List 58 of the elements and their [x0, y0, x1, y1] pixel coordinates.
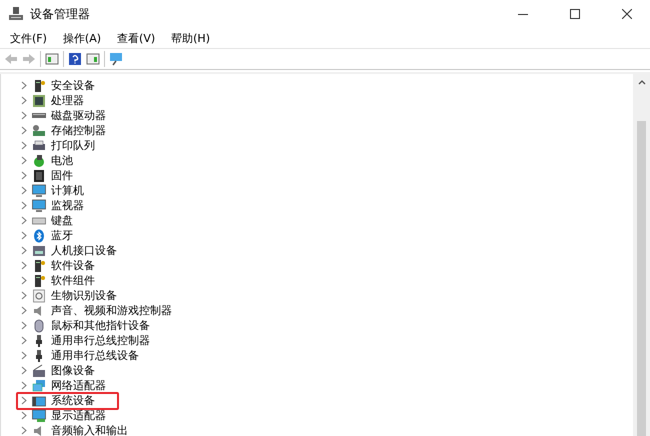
- drive-icon: [32, 113, 46, 118]
- tree-item[interactable]: 安全设备: [51, 78, 95, 93]
- close-icon[interactable]: [622, 9, 632, 19]
- maximize-icon[interactable]: [570, 9, 580, 19]
- tree-item[interactable]: 存储控制器: [51, 123, 106, 138]
- tree-item[interactable]: 软件组件: [51, 273, 95, 288]
- tree-item[interactable]: 计算机: [51, 183, 84, 198]
- tree-item[interactable]: 声音、视频和游戏控制器: [51, 303, 172, 318]
- tree-item[interactable]: 通用串行总线设备: [51, 348, 139, 363]
- tree-item[interactable]: 系统设备: [51, 393, 95, 408]
- tree-item[interactable]: 鼠标和其他指针设备: [51, 318, 150, 333]
- camera-icon: [32, 364, 46, 378]
- system-device-icon: [32, 394, 46, 408]
- scrollbar[interactable]: [633, 74, 650, 436]
- menu-item[interactable]: 查看(V): [109, 30, 164, 46]
- device-manager-icon: [8, 6, 24, 22]
- network-icon: [32, 378, 46, 392]
- mouse-icon: [32, 318, 46, 332]
- input-device-icon: [32, 244, 46, 258]
- tree-item[interactable]: 处理器: [51, 93, 84, 108]
- tree-item[interactable]: 蓝牙: [51, 228, 73, 243]
- monitor-icon: [32, 184, 46, 198]
- scroll-thumb[interactable]: [637, 121, 646, 436]
- tree-item[interactable]: 网络适配器: [51, 378, 106, 393]
- firmware-icon: [32, 168, 46, 182]
- scroll-up-icon[interactable]: [638, 80, 646, 85]
- tree-item[interactable]: 打印队列: [51, 138, 95, 153]
- device-tower-icon: [32, 274, 46, 288]
- tree-item[interactable]: 图像设备: [51, 363, 95, 378]
- fingerprint-icon: [32, 288, 46, 302]
- window-title: 设备管理器: [30, 6, 91, 22]
- tree-item[interactable]: 生物识别设备: [51, 288, 117, 303]
- menu-item[interactable]: 文件(F): [2, 30, 55, 46]
- monitor-icon: [32, 198, 46, 212]
- menu-item[interactable]: 操作(A): [54, 30, 110, 46]
- bluetooth-icon: [32, 228, 46, 242]
- device-tower-icon: [32, 258, 46, 272]
- help-icon[interactable]: [68, 52, 82, 66]
- display-adapter-icon: [32, 408, 46, 422]
- tree-item[interactable]: 键盘: [51, 213, 73, 228]
- pane-icon[interactable]: [45, 52, 59, 66]
- tree-item[interactable]: 软件设备: [51, 258, 95, 273]
- chip-icon: [32, 94, 46, 108]
- tree-item[interactable]: 通用串行总线控制器: [51, 333, 150, 348]
- properties-pane-icon[interactable]: [86, 52, 100, 66]
- battery-icon: [32, 154, 46, 168]
- tree-item[interactable]: 监视器: [51, 198, 84, 213]
- menu-item[interactable]: 帮助(H): [163, 30, 218, 46]
- device-tower-icon: [32, 78, 46, 92]
- tree-item[interactable]: 磁盘驱动器: [51, 108, 106, 123]
- monitor-scan-icon[interactable]: [109, 52, 123, 66]
- tree-item[interactable]: 固件: [51, 168, 73, 183]
- storage-icon: [32, 124, 46, 138]
- tree-item[interactable]: 电池: [51, 153, 73, 168]
- tree-item[interactable]: 音频输入和输出: [51, 423, 128, 436]
- tree-item[interactable]: 显示适配器: [51, 408, 106, 423]
- tree-item[interactable]: 人机接口设备: [51, 243, 117, 258]
- printer-icon: [32, 138, 46, 152]
